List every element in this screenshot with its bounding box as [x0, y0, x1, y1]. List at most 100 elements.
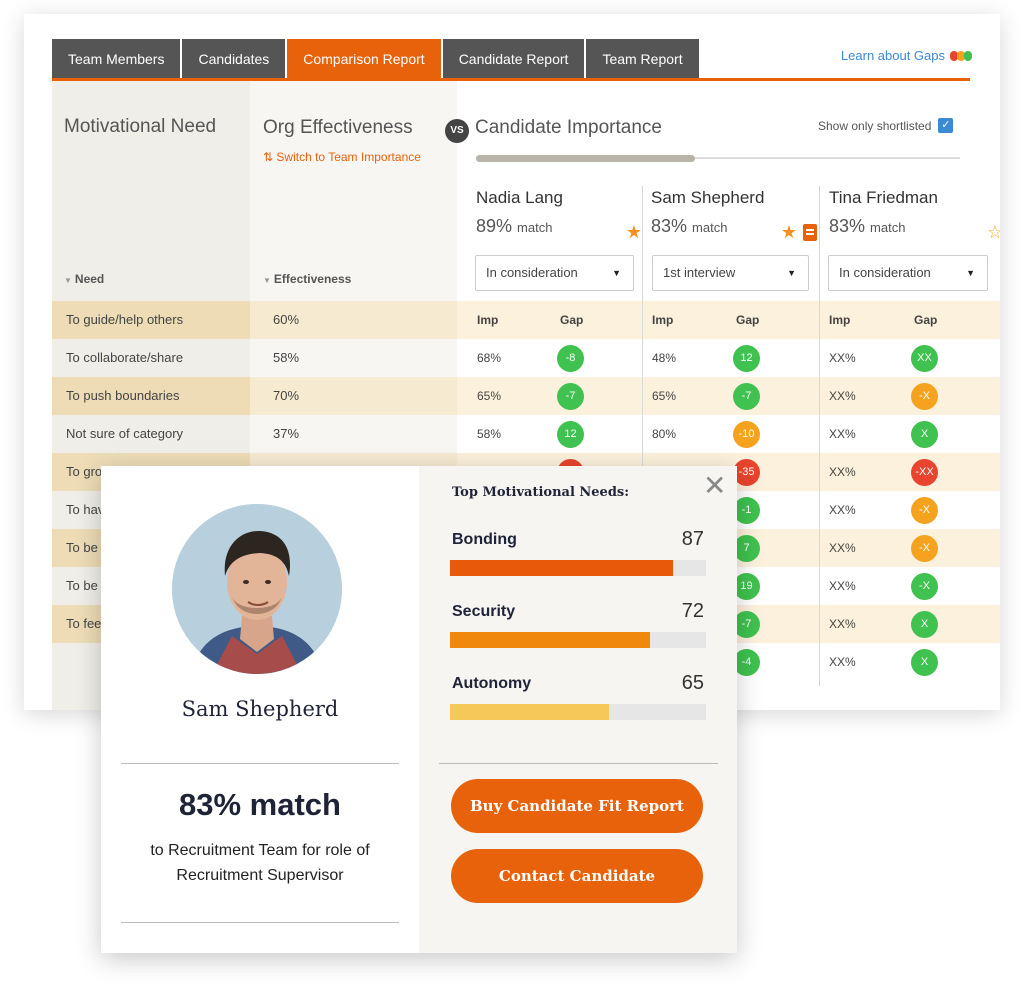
importance-value: XX%: [829, 389, 856, 403]
buy-candidate-fit-report-button[interactable]: Buy Candidate Fit Report: [451, 779, 703, 833]
table-row: Not sure of category 37% 58% 12 80% -10 XX% X: [52, 415, 1000, 453]
gap-badge: -35: [733, 459, 760, 486]
candidate-match: 83% match: [829, 216, 999, 237]
need-cell: To push boundaries: [52, 377, 250, 415]
need-name: To guide/help others: [66, 312, 184, 327]
gap-legend-dots-icon: [950, 50, 972, 61]
need-name: To fee: [66, 616, 102, 631]
tab-candidates[interactable]: Candidates: [182, 39, 286, 79]
importance-value: XX%: [829, 579, 856, 593]
effectiveness-column-header[interactable]: ▼ Effectiveness: [263, 272, 351, 286]
tab-team-members[interactable]: Team Members: [52, 39, 181, 79]
candidate-header-sam: Sam Shepherd 83% match ★: [651, 188, 821, 242]
top-needs-title: Top Motivational Needs:: [452, 485, 630, 500]
gap-badge: -X: [911, 497, 938, 524]
importance-value: XX%: [829, 427, 856, 441]
status-value: 1st interview: [663, 265, 736, 280]
need-item-bonding: Bonding 87: [450, 528, 706, 577]
importance-value: 80%: [652, 427, 677, 441]
need-name: To gro: [66, 464, 103, 479]
star-filled-icon[interactable]: ★: [626, 222, 642, 243]
switch-to-team-importance-link[interactable]: ⇅ Switch to Team Importance: [263, 150, 421, 164]
gap-badge: -XX: [911, 459, 938, 486]
horizontal-scroll-thumb[interactable]: [476, 155, 695, 162]
importance-value: 48%: [652, 351, 677, 365]
candidate-header-tina: Tina Friedman 83% match ☆: [829, 188, 1000, 242]
candidate-icons: ☆: [987, 222, 1000, 243]
match-pct: 83%: [651, 216, 688, 236]
need-name: Not sure of category: [66, 426, 184, 441]
importance-value: 65%: [477, 389, 502, 403]
caret-down-icon: ▼: [612, 268, 621, 278]
switch-link-label: Switch to Team Importance: [276, 150, 421, 164]
candidate-icons: ★: [781, 222, 817, 243]
gap-badge: -10: [733, 421, 760, 448]
report-document-icon[interactable]: [803, 224, 817, 241]
gap-column-header: Gap: [914, 313, 938, 327]
vs-badge: VS: [445, 119, 469, 143]
tab-bar: Team Members Candidates Comparison Repor…: [52, 39, 701, 79]
learn-about-gaps-link[interactable]: Learn about Gaps: [841, 48, 972, 63]
status-select-nadia[interactable]: In consideration ▼: [475, 255, 634, 291]
need-cell: Not sure of category: [52, 415, 250, 453]
status-value: In consideration: [839, 265, 931, 280]
imp-column-header: Imp: [829, 313, 851, 327]
need-label: Security: [452, 603, 516, 620]
gap-column-header: Gap: [560, 313, 584, 327]
effectiveness-cell: 37%: [250, 415, 457, 453]
need-bar-track: [450, 560, 706, 576]
tab-underline: [52, 78, 970, 81]
popup-role-text: to Recruitment Team for role of Recruitm…: [150, 842, 370, 884]
effectiveness-cell: 70%: [250, 377, 457, 415]
need-label: Autonomy: [452, 675, 532, 692]
status-select-tina[interactable]: In consideration ▼: [828, 255, 988, 291]
candidate-match: 89% match: [476, 216, 646, 237]
contact-candidate-button[interactable]: Contact Candidate: [451, 849, 703, 903]
table-row: To collaborate/share 58% 68% -8 48% 12 XX% XX: [52, 339, 1000, 377]
gap-badge: X: [911, 649, 938, 676]
tab-team-report[interactable]: Team Report: [586, 39, 699, 79]
gap-badge: 19: [733, 573, 760, 600]
need-name: To be: [66, 540, 98, 555]
close-icon[interactable]: ✕: [703, 472, 726, 500]
need-col-label: Need: [74, 272, 105, 286]
gap-badge: X: [911, 421, 938, 448]
tab-comparison-report[interactable]: Comparison Report: [287, 39, 441, 79]
match-word: match: [692, 220, 728, 235]
candidate-cells: 65% -7 65% -7 XX% -X: [457, 377, 1000, 415]
effectiveness-value: 37%: [273, 426, 300, 441]
need-label: Bonding: [452, 531, 517, 548]
candidate-cells: 68% -8 48% 12 XX% XX: [457, 339, 1000, 377]
status-select-sam[interactable]: 1st interview ▼: [652, 255, 809, 291]
need-column-header[interactable]: ▼ Need: [64, 272, 104, 286]
gap-badge: -7: [733, 383, 760, 410]
candidate-cells: Imp Gap Imp Gap Imp Gap: [457, 301, 1000, 339]
motivational-need-heading: Motivational Need: [64, 116, 217, 137]
tab-candidate-report[interactable]: Candidate Report: [442, 39, 585, 79]
effectiveness-cell: 60%: [250, 301, 457, 339]
table-row: To guide/help others 60% Imp Gap Imp Gap Imp Ga…: [52, 301, 1000, 339]
gap-badge: -X: [911, 573, 938, 600]
need-bar-track: [450, 632, 706, 648]
match-pct: 83%: [829, 216, 866, 236]
avatar-photo-icon: [172, 504, 342, 674]
table-row: To push boundaries 70% 65% -7 65% -7 XX% -X: [52, 377, 1000, 415]
sort-triangle-icon: ▼: [64, 276, 72, 285]
importance-value: 58%: [477, 427, 502, 441]
importance-value: 68%: [477, 351, 502, 365]
show-shortlisted-toggle[interactable]: Show only shortlisted ✓: [818, 118, 954, 133]
star-filled-icon[interactable]: ★: [781, 222, 797, 243]
effectiveness-value: 70%: [273, 388, 300, 403]
candidate-icons: ★: [626, 222, 642, 243]
gap-badge: -4: [733, 649, 760, 676]
gap-badge: -8: [557, 345, 584, 372]
star-outline-icon[interactable]: ☆: [987, 222, 1000, 243]
effectiveness-value: 60%: [273, 312, 300, 327]
gap-badge: 12: [733, 345, 760, 372]
shortlisted-checkbox[interactable]: ✓: [938, 118, 954, 133]
match-word: match: [517, 220, 553, 235]
effectiveness-cell: 58%: [250, 339, 457, 377]
imp-column-header: Imp: [477, 313, 499, 327]
imp-column-header: Imp: [652, 313, 674, 327]
candidate-name: Nadia Lang: [476, 188, 563, 207]
